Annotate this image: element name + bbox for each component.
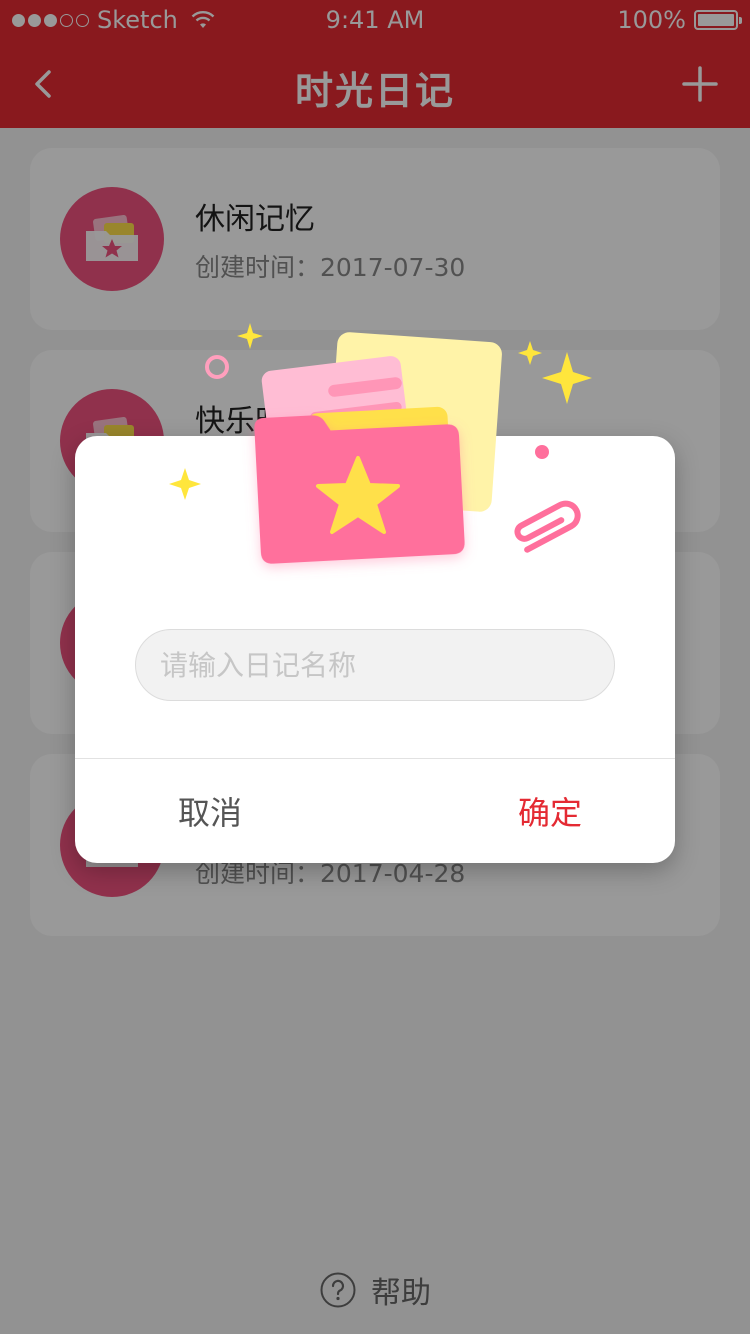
folder-illustration	[169, 323, 592, 564]
ring-decoration	[205, 355, 229, 379]
sparkle-icon	[542, 352, 592, 404]
sparkle-icon	[169, 468, 201, 500]
cancel-button[interactable]: 取消	[75, 759, 375, 863]
confirm-button[interactable]: 确定	[375, 759, 675, 863]
sparkle-icon	[518, 341, 542, 365]
diary-name-input[interactable]	[135, 629, 615, 701]
paperclip-icon	[514, 500, 581, 553]
dot-decoration	[535, 445, 549, 459]
sparkle-icon	[237, 323, 263, 349]
